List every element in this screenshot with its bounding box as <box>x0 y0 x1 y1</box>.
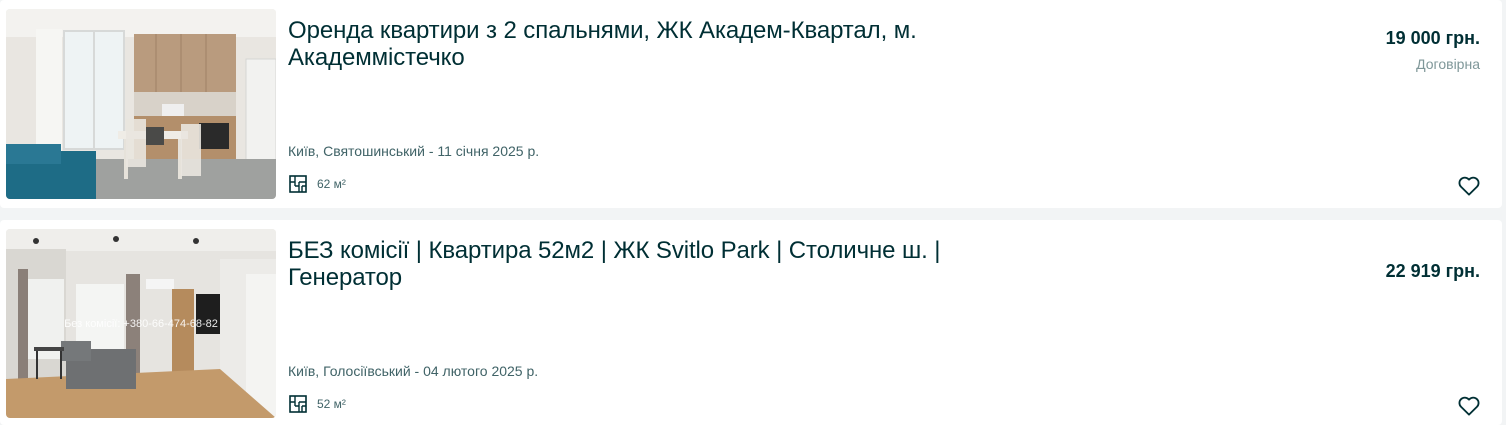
area-value: 62 м² <box>317 177 346 191</box>
listing-title[interactable]: Оренда квартири з 2 спальнями, ЖК Академ… <box>288 17 988 71</box>
listing-card[interactable]: Без комісії: +380-66-474-68-82 БЕЗ коміс… <box>0 220 1502 425</box>
listing-photo[interactable]: Без комісії: +380-66-474-68-82 <box>6 229 276 418</box>
listing-photo[interactable] <box>6 9 276 199</box>
floor-plan-icon <box>289 175 307 193</box>
listing-location-date: Київ, Голосіївський - 04 лютого 2025 р. <box>288 363 539 379</box>
heart-outline-icon[interactable] <box>1458 176 1480 196</box>
heart-outline-icon[interactable] <box>1458 396 1480 416</box>
listing-area: 52 м² <box>289 395 346 413</box>
listing-area: 62 м² <box>289 175 346 193</box>
apartment-living-room-photo: Без комісії: +380-66-474-68-82 <box>6 229 276 418</box>
listing-title[interactable]: БЕЗ комісії | Квартира 52м2 | ЖК Svitlo … <box>288 237 988 291</box>
area-value: 52 м² <box>317 397 346 411</box>
apartment-kitchen-photo <box>6 9 276 199</box>
listing-card[interactable]: Оренда квартири з 2 спальнями, ЖК Академ… <box>0 0 1502 208</box>
listing-price: 22 919 грн. <box>1385 261 1480 281</box>
floor-plan-icon <box>289 395 307 413</box>
photo-watermark: Без комісії: +380-66-474-68-82 <box>64 318 218 330</box>
listing-location-date: Київ, Святошинський - 11 січня 2025 р. <box>288 143 540 159</box>
price-negotiable-label: Договірна <box>1416 56 1480 72</box>
listing-price: 19 000 грн. <box>1385 28 1480 48</box>
